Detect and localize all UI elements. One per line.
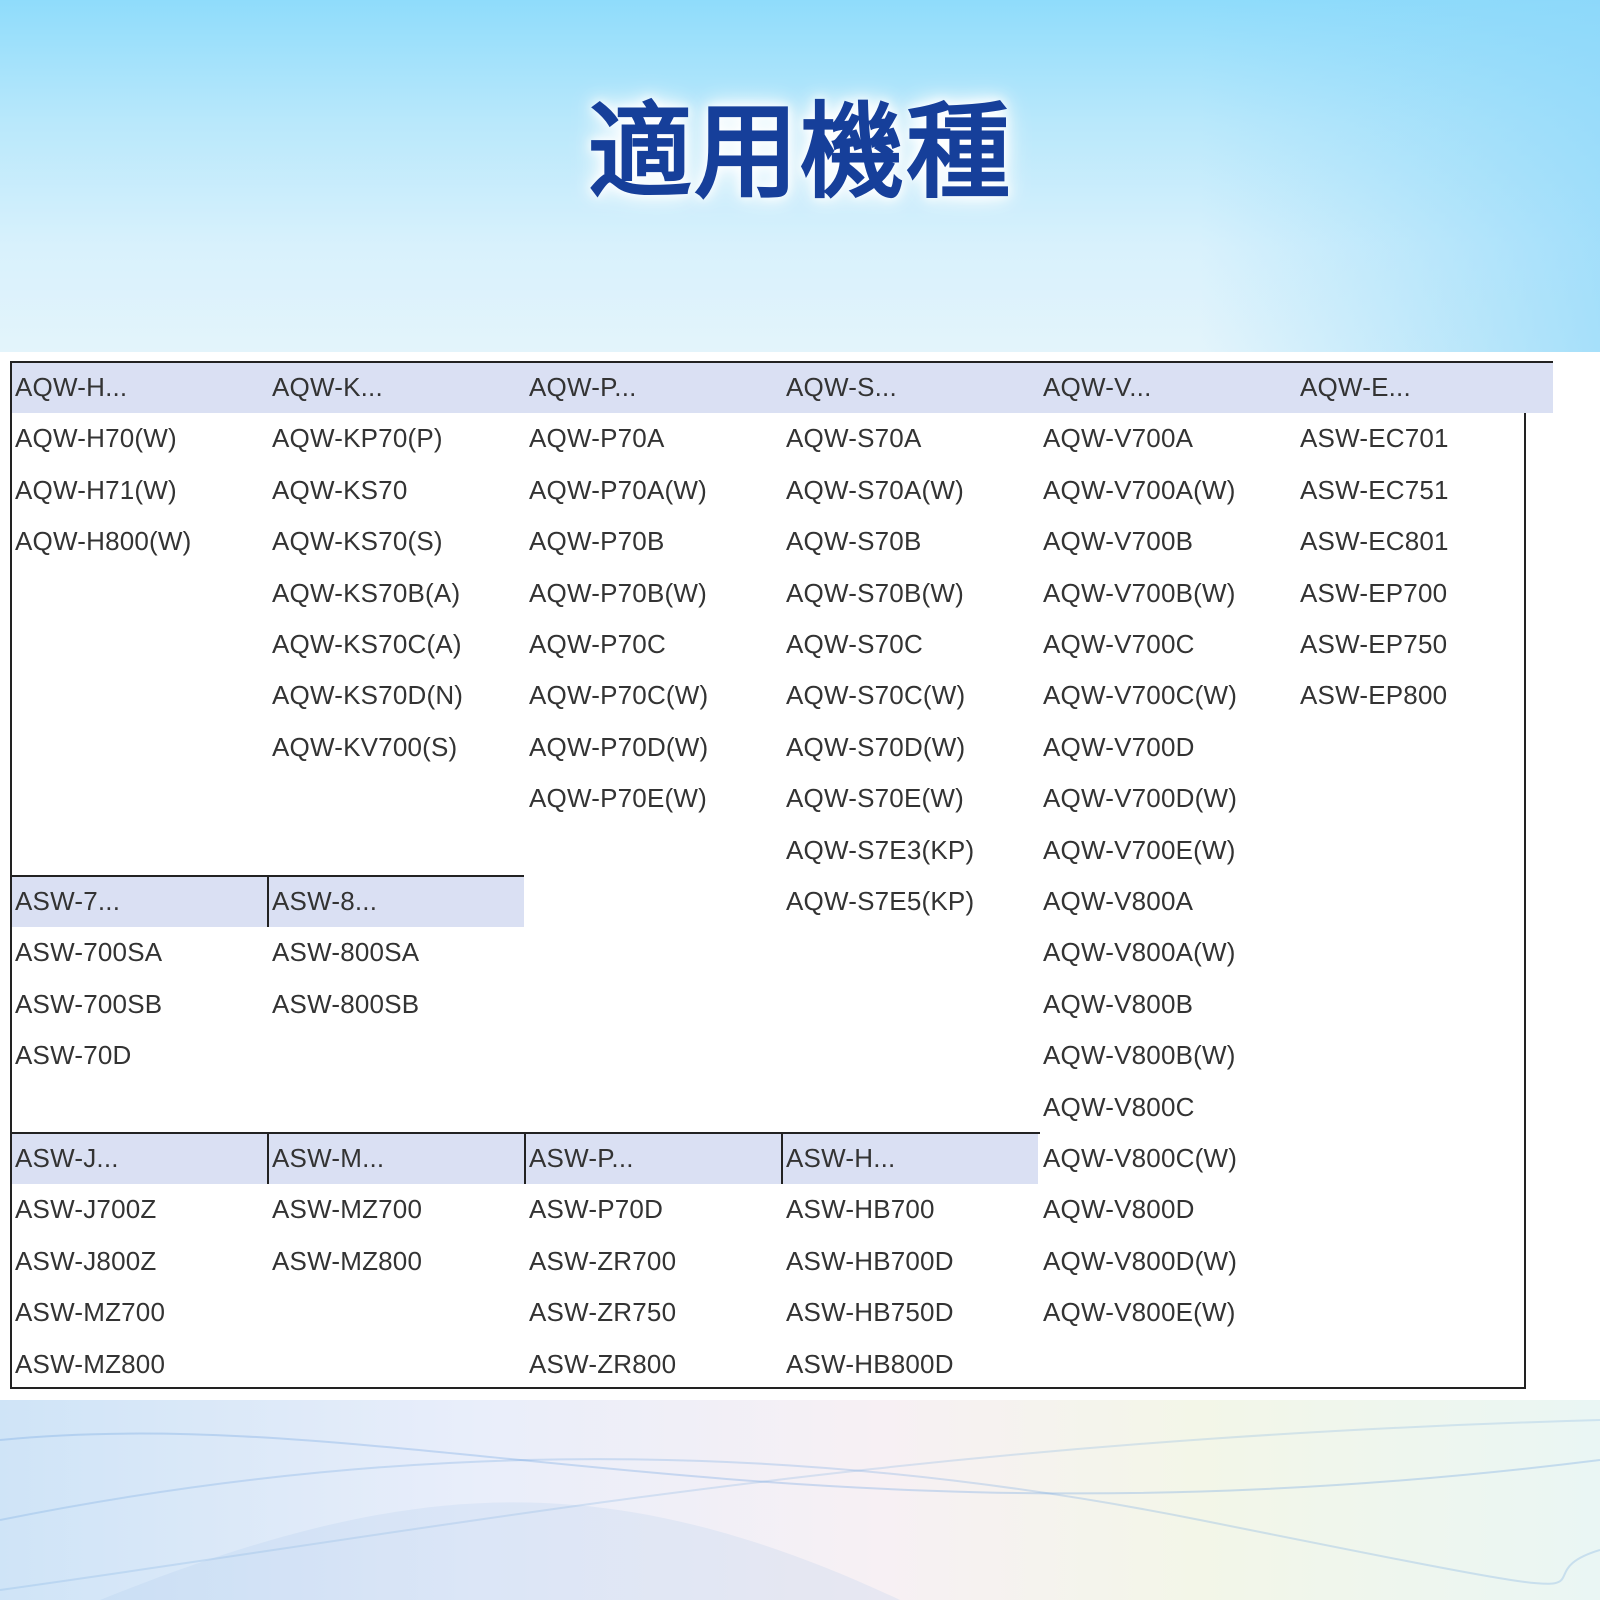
model-item: AQW-V800A(W)	[1043, 937, 1236, 968]
model-item: ASW-P70D	[529, 1194, 664, 1225]
model-item: AQW-V700C	[1043, 629, 1195, 659]
model-item: AQW-S70B(W)	[786, 577, 964, 608]
model-item: AQW-S7E5(KP)	[786, 886, 975, 916]
group-header: ASW-8...	[272, 886, 378, 916]
model-item: ASW-700SB	[15, 988, 163, 1019]
model-item: ASW-800SA	[272, 937, 420, 968]
model-item: ASW-J800Z	[15, 1245, 157, 1276]
model-item: ASW-EP800	[1300, 680, 1448, 711]
model-item: AQW-KP70(P)	[272, 423, 443, 454]
model-item: AQW-P70B	[529, 526, 665, 557]
model-item: AQW-V800D(W)	[1043, 1245, 1238, 1276]
model-item: ASW-800SB	[272, 988, 420, 1019]
model-item: AQW-V700A	[1043, 423, 1194, 454]
table-border-right	[1524, 413, 1526, 1389]
model-item: AQW-P70E(W)	[529, 783, 707, 814]
model-item: AQW-H71(W)	[15, 474, 177, 505]
page: 適用機種 AQW-H... AQW-H70(W) AQW-H71(W) AQW-H80…	[0, 0, 1600, 1600]
model-item: AQW-V700A(W)	[1043, 474, 1236, 505]
model-item: AQW-V700B	[1043, 526, 1194, 557]
decorative-waves	[0, 1419, 1600, 1600]
model-item: ASW-ZR750	[529, 1297, 677, 1328]
model-item: ASW-MZ700	[15, 1297, 166, 1328]
model-item: AQW-P70A(W)	[529, 474, 707, 505]
model-item: AQW-S70C(W)	[786, 680, 966, 711]
group-header: ASW-J...	[15, 1143, 119, 1173]
model-item: AQW-KS70(S)	[272, 526, 443, 557]
model-item: ASW-HB700	[786, 1194, 935, 1225]
model-item: AQW-H800(W)	[15, 526, 192, 557]
model-item: ASW-HB800D	[786, 1348, 954, 1379]
model-item: AQW-P70C	[529, 629, 666, 659]
model-item: AQW-V800D	[1043, 1194, 1195, 1225]
model-item: ASW-ZR700	[529, 1245, 677, 1276]
table-border-left	[10, 361, 12, 1389]
model-item: AQW-H70(W)	[15, 423, 177, 454]
model-item: ASW-EC701	[1300, 423, 1449, 454]
model-item: AQW-V700D	[1043, 731, 1195, 762]
model-item: AQW-KS70D(N)	[272, 680, 464, 711]
model-item: AQW-KS70	[272, 474, 408, 505]
group-header: ASW-7...	[15, 886, 121, 916]
model-item: AQW-V800B	[1043, 988, 1194, 1019]
model-item: AQW-P70C(W)	[529, 680, 709, 711]
model-item: AQW-S70D(W)	[786, 731, 966, 762]
model-item: AQW-KS70B(A)	[272, 577, 461, 608]
model-item: AQW-S70E(W)	[786, 783, 964, 814]
model-item: AQW-S7E3(KP)	[786, 834, 975, 865]
model-item: AQW-V700B(W)	[1043, 577, 1236, 608]
decorative-wave	[0, 1432, 1600, 1495]
model-item: AQW-V700E(W)	[1043, 834, 1236, 865]
compatible-models-table: AQW-H... AQW-H70(W) AQW-H71(W) AQW-H800(W) A…	[10, 361, 1553, 1389]
column-divider	[267, 1132, 269, 1185]
group-header: AQW-E...	[1300, 372, 1411, 402]
decorative-wave	[100, 1502, 900, 1600]
group-header: AQW-K...	[272, 372, 383, 402]
group-header: AQW-P...	[529, 372, 637, 402]
model-item: ASW-EP700	[1300, 577, 1448, 608]
model-item: AQW-S70A(W)	[786, 474, 964, 505]
model-item: AQW-V800C(W)	[1043, 1143, 1238, 1173]
model-item: AQW-P70D(W)	[529, 731, 709, 762]
column-divider	[781, 1132, 783, 1185]
column-divider	[267, 875, 269, 928]
model-item: AQW-P70B(W)	[529, 577, 707, 608]
model-item: ASW-MZ800	[272, 1245, 423, 1276]
model-item: ASW-EP750	[1300, 629, 1448, 659]
model-item: ASW-ZR800	[529, 1348, 677, 1379]
model-item: AQW-KS70C(A)	[272, 629, 462, 659]
model-item: AQW-S70C	[786, 629, 923, 659]
group-header: ASW-P...	[529, 1143, 634, 1173]
model-item: AQW-V800B(W)	[1043, 1040, 1236, 1071]
model-item: AQW-V800C	[1043, 1091, 1195, 1122]
model-item: ASW-J700Z	[15, 1194, 157, 1225]
model-item: AQW-V700D(W)	[1043, 783, 1238, 814]
model-item: ASW-700SA	[15, 937, 163, 968]
model-item: ASW-MZ800	[15, 1348, 166, 1379]
page-title: 適用機種	[587, 95, 1012, 211]
model-item: ASW-EC801	[1300, 526, 1449, 557]
model-item: ASW-MZ700	[272, 1194, 423, 1225]
group-header: AQW-V...	[1043, 372, 1152, 402]
group-header: ASW-M...	[272, 1143, 385, 1173]
model-item: ASW-70D	[15, 1040, 132, 1071]
model-item: ASW-HB700D	[786, 1245, 954, 1276]
group-header: AQW-H...	[15, 372, 128, 402]
model-item: AQW-V800E(W)	[1043, 1297, 1236, 1328]
model-item: AQW-KV700(S)	[272, 731, 458, 762]
model-item: AQW-S70B	[786, 526, 922, 557]
model-item: AQW-S70A	[786, 423, 922, 454]
model-item: AQW-V800A	[1043, 886, 1194, 916]
group-header: ASW-H...	[786, 1143, 896, 1173]
model-item: ASW-HB750D	[786, 1297, 954, 1328]
model-item: ASW-EC751	[1300, 474, 1449, 505]
table-border-bottom	[10, 1387, 1526, 1389]
group-header: AQW-S...	[786, 372, 897, 402]
table-border-top	[10, 361, 1553, 363]
column-divider	[524, 1132, 526, 1185]
model-item: AQW-P70A	[529, 423, 665, 454]
footer-background	[0, 1400, 1600, 1600]
model-item: AQW-V700C(W)	[1043, 680, 1238, 711]
